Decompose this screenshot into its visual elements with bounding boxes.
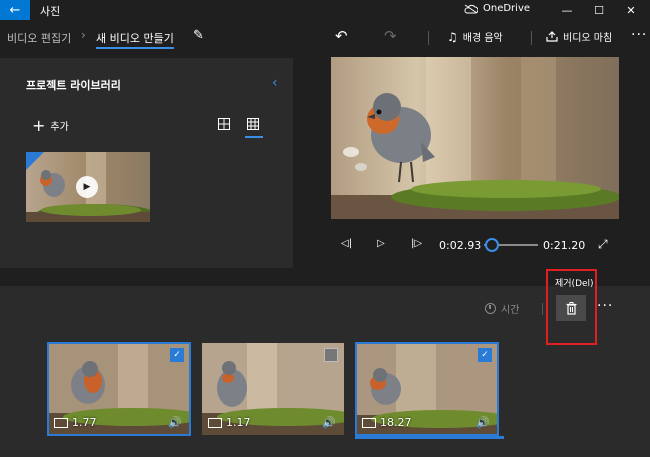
- onedrive-status[interactable]: OneDrive: [464, 3, 530, 14]
- speaker-icon[interactable]: 🔊: [168, 416, 182, 429]
- pencil-icon[interactable]: ✎: [193, 28, 204, 43]
- chevron-right-icon: ›: [81, 28, 86, 42]
- total-time: 0:21.20: [543, 239, 586, 252]
- app-title: 사진: [40, 5, 61, 18]
- film-icon: [362, 417, 376, 428]
- view-selected-indicator: [245, 136, 263, 138]
- arrow-left-icon: ←: [9, 2, 21, 18]
- storyboard-divider: [542, 303, 543, 315]
- duration-label: 시간: [501, 305, 520, 316]
- clip-duration: 18.27: [362, 416, 412, 429]
- current-time: 0:02.93: [439, 239, 482, 252]
- duration-button[interactable]: 시간: [485, 301, 519, 316]
- undo-icon[interactable]: ↶: [335, 27, 348, 45]
- onedrive-label: OneDrive: [483, 3, 531, 14]
- robin-preview-image: [331, 57, 619, 219]
- library-title: 프로젝트 라이브러리: [26, 79, 121, 92]
- remove-button[interactable]: [556, 295, 586, 321]
- film-icon: [208, 417, 222, 428]
- editor-toolbar: 비디오 편집기 › 새 비디오 만들기 ✎ ↶ ↷ ♫ 배경 음악 비디오 마침…: [0, 20, 650, 54]
- large-grid-view-icon[interactable]: [218, 118, 230, 130]
- playback-controls: ◁| ▷ |▷ 0:02.93 0:21.20 ⤢: [331, 232, 619, 258]
- clip-duration-text: 18.27: [380, 416, 412, 429]
- storyboard-clip[interactable]: ✓ 18.27 🔊: [355, 342, 499, 436]
- close-icon: ✕: [626, 3, 636, 17]
- seek-thumb[interactable]: [484, 238, 499, 252]
- breadcrumb-underline: [96, 47, 174, 49]
- video-preview[interactable]: [331, 57, 619, 219]
- music-note-icon: ♫: [447, 29, 458, 44]
- play-icon[interactable]: ▷: [377, 238, 385, 249]
- breadcrumb-current: 새 비디오 만들기: [96, 32, 174, 45]
- remove-tooltip: 제거(Del): [555, 279, 594, 289]
- back-button[interactable]: ←: [0, 0, 30, 20]
- previous-frame-icon[interactable]: ◁|: [341, 238, 352, 249]
- clip-checkbox[interactable]: [324, 348, 338, 362]
- clip-duration: 1.17: [208, 416, 251, 429]
- library-video-thumbnail[interactable]: ▶: [26, 152, 150, 222]
- toolbar-divider: [531, 31, 532, 45]
- current-clip-indicator: [355, 436, 504, 439]
- storyboard-clip[interactable]: ✓ 1.77 🔊: [47, 342, 191, 436]
- trash-icon: [566, 301, 576, 315]
- minimize-button[interactable]: —: [552, 0, 582, 20]
- clip-duration-text: 1.77: [72, 416, 97, 429]
- film-icon: [54, 417, 68, 428]
- add-label: 추가: [50, 122, 69, 133]
- redo-icon[interactable]: ↷: [384, 27, 397, 45]
- title-bar: ← 사진 OneDrive — ☐ ✕: [0, 0, 650, 20]
- clip-duration: 1.77: [54, 416, 97, 429]
- next-frame-icon[interactable]: |▷: [411, 238, 422, 249]
- plus-icon: +: [32, 115, 46, 135]
- more-options-icon[interactable]: ···: [597, 298, 613, 314]
- finish-video-button[interactable]: 비디오 마침: [546, 29, 612, 44]
- thumbnail-selected-corner: [26, 152, 44, 170]
- background-music-label: 배경 음악: [462, 33, 503, 44]
- clip-duration-text: 1.17: [226, 416, 251, 429]
- background-music-button[interactable]: ♫ 배경 음악: [447, 29, 503, 45]
- clip-checkbox[interactable]: ✓: [478, 348, 492, 362]
- more-options-icon[interactable]: ···: [631, 27, 647, 43]
- close-button[interactable]: ✕: [616, 0, 646, 20]
- clock-icon: [485, 303, 496, 314]
- play-icon[interactable]: ▶: [76, 176, 98, 198]
- finish-video-label: 비디오 마침: [563, 33, 613, 44]
- cloud-off-icon: [464, 4, 478, 13]
- seek-bar[interactable]: [484, 238, 538, 252]
- storyboard-panel: 시간 제거(Del) ··· ✓ 1.77 🔊 1.17 🔊 ✓ 18.27 🔊: [0, 269, 650, 457]
- clip-checkbox[interactable]: ✓: [170, 348, 184, 362]
- maximize-button[interactable]: ☐: [584, 0, 614, 20]
- breadcrumb-video-editor[interactable]: 비디오 편집기: [7, 30, 71, 46]
- small-grid-view-icon[interactable]: [247, 118, 259, 130]
- maximize-icon: ☐: [594, 3, 604, 17]
- storyboard-clip[interactable]: 1.17 🔊: [202, 343, 344, 435]
- speaker-icon[interactable]: 🔊: [322, 416, 336, 429]
- share-export-icon: [546, 31, 558, 42]
- project-library-panel: 프로젝트 라이브러리 ‹ + 추가 ▶: [0, 58, 293, 268]
- toolbar-divider: [428, 31, 429, 45]
- fullscreen-icon[interactable]: ⤢: [598, 237, 608, 252]
- add-button[interactable]: + 추가: [32, 115, 69, 135]
- chevron-left-icon[interactable]: ‹: [272, 75, 278, 91]
- minimize-icon: —: [561, 3, 573, 17]
- speaker-icon[interactable]: 🔊: [476, 416, 490, 429]
